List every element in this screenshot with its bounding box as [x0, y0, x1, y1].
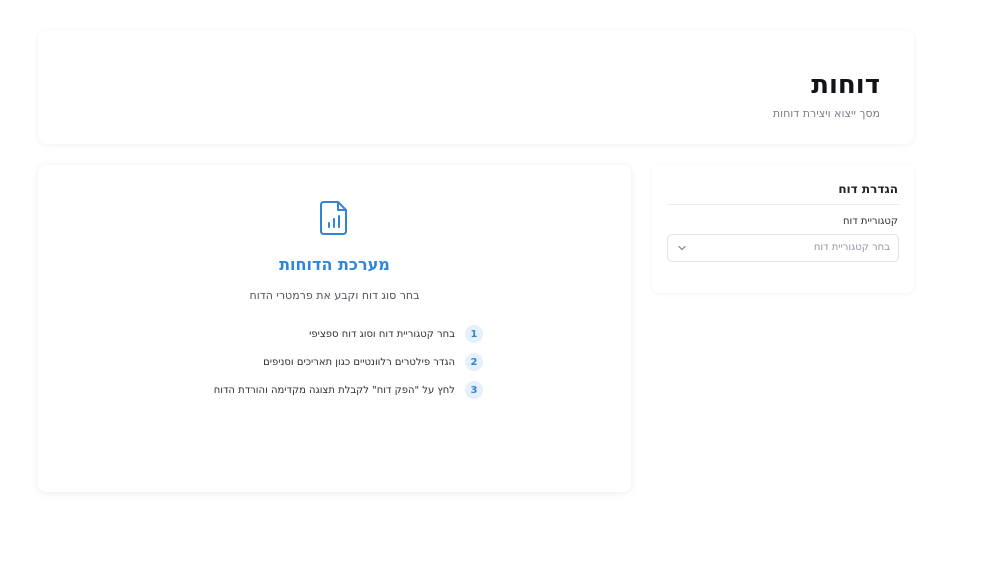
step-item: 2 הגדר פילטרים רלוונטיים כגון תאריכים וס… [183, 352, 483, 372]
step-item: 3 לחץ על "הפק דוח" לקבלת תצוגה מקדימה וה… [183, 380, 483, 400]
report-chart-icon [320, 201, 347, 235]
divider [667, 204, 899, 205]
report-setup-panel: הגדרת דוח קטגוריית דוח בחר קטגוריית דוח [652, 165, 914, 293]
step-text: בחר קטגוריית דוח וסוג דוח ספציפי [309, 328, 455, 340]
step-item: 1 בחר קטגוריית דוח וסוג דוח ספציפי [183, 324, 483, 344]
report-category-select[interactable]: בחר קטגוריית דוח [667, 234, 899, 262]
step-number-badge: 2 [465, 353, 483, 371]
page-title: דוחות [811, 70, 880, 100]
page-subtitle: מסך ייצוא ויצירת דוחות [772, 107, 880, 120]
report-category-placeholder: בחר קטגוריית דוח [813, 242, 890, 253]
reports-system-title: מערכת הדוחות [279, 255, 390, 274]
step-number-badge: 3 [465, 381, 483, 399]
page-header: דוחות מסך ייצוא ויצירת דוחות [38, 30, 914, 144]
reports-system-card: מערכת הדוחות בחר סוג דוח וקבע את פרמטרי … [38, 165, 631, 492]
step-text: הגדר פילטרים רלוונטיים כגון תאריכים וסני… [263, 356, 455, 368]
step-text: לחץ על "הפק דוח" לקבלת תצוגה מקדימה והור… [213, 384, 455, 396]
step-number-badge: 1 [465, 325, 483, 343]
report-category-label: קטגוריית דוח [842, 216, 898, 227]
reports-system-subtitle: בחר סוג דוח וקבע את פרמטרי הדוח [249, 289, 420, 302]
report-setup-title: הגדרת דוח [838, 182, 898, 196]
chevron-down-icon [678, 245, 686, 251]
steps-list: 1 בחר קטגוריית דוח וסוג דוח ספציפי 2 הגד… [183, 324, 483, 408]
